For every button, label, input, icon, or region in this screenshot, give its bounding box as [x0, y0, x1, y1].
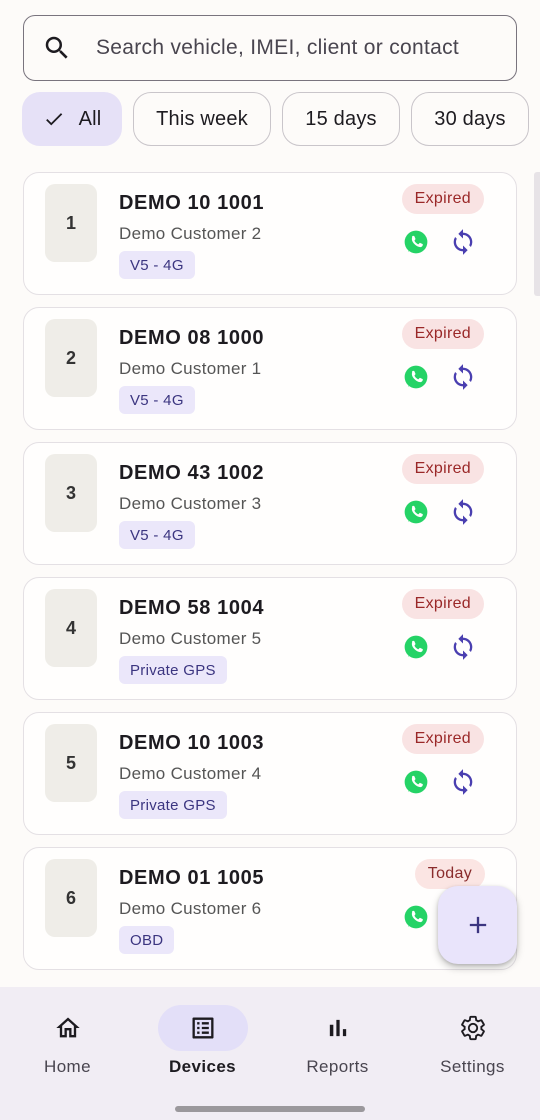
- filter-chip-30-days[interactable]: 30 days: [411, 92, 529, 146]
- search-input[interactable]: [96, 36, 506, 60]
- device-card[interactable]: 4 DEMO 58 1004 Demo Customer 5 Private G…: [23, 577, 517, 700]
- whatsapp-icon[interactable]: [402, 498, 430, 526]
- nav-item-reports[interactable]: Reports: [270, 1005, 405, 1085]
- check-icon: [45, 113, 62, 126]
- status-badge: Expired: [401, 724, 484, 754]
- filter-chip-15-days[interactable]: 15 days: [282, 92, 400, 146]
- status-badge: Expired: [401, 184, 484, 214]
- customer-name: Demo Customer 3: [119, 494, 262, 513]
- device-card[interactable]: 2 DEMO 08 1000 Demo Customer 1 V5 - 4G E…: [23, 307, 517, 430]
- nav-indicator: [293, 1005, 383, 1051]
- filter-chip-label: All: [78, 107, 102, 130]
- whatsapp-icon[interactable]: [402, 228, 430, 256]
- customer-name: Demo Customer 4: [119, 764, 262, 783]
- renew-icon[interactable]: [449, 768, 477, 796]
- status-badge: Expired: [401, 454, 484, 484]
- list-alt-icon: [192, 1017, 213, 1039]
- customer-name: Demo Customer 1: [119, 359, 262, 378]
- device-model-tag: Private GPS: [119, 656, 227, 684]
- device-model-tag: Private GPS: [119, 791, 227, 819]
- filter-chip-this-week[interactable]: This week: [133, 92, 271, 146]
- device-model-tag: V5 - 4G: [119, 386, 195, 414]
- customer-name: Demo Customer 2: [119, 224, 262, 243]
- nav-label: Devices: [168, 1057, 237, 1076]
- renew-icon[interactable]: [449, 633, 477, 661]
- whatsapp-icon[interactable]: [402, 633, 430, 661]
- bar-chart-icon: [329, 1019, 346, 1037]
- filter-chip-label: 30 days: [434, 107, 506, 130]
- nav-label: Reports: [306, 1057, 369, 1076]
- renew-icon[interactable]: [449, 228, 477, 256]
- device-card[interactable]: 5 DEMO 10 1003 Demo Customer 4 Private G…: [23, 712, 517, 835]
- add-device-button[interactable]: [438, 886, 517, 964]
- bottom-navigation: Home Devices Reports Settings: [0, 987, 540, 1120]
- nav-indicator: [157, 1005, 248, 1051]
- home-icon: [55, 1017, 80, 1038]
- nav-item-settings[interactable]: Settings: [405, 1005, 540, 1085]
- whatsapp-icon[interactable]: [402, 363, 430, 391]
- device-model-tag: V5 - 4G: [119, 521, 195, 549]
- whatsapp-icon[interactable]: [402, 768, 430, 796]
- gesture-bar[interactable]: [175, 1106, 365, 1112]
- customer-name: Demo Customer 5: [119, 629, 262, 648]
- nav-item-devices[interactable]: Devices: [135, 1005, 270, 1085]
- search-icon: [45, 36, 68, 59]
- nav-indicator: [23, 1005, 113, 1051]
- vehicle-plate: DEMO 08 1000: [119, 327, 265, 349]
- vehicle-plate: DEMO 01 1005: [119, 867, 265, 889]
- gear-icon: [460, 1015, 485, 1041]
- renew-icon[interactable]: [449, 498, 477, 526]
- nav-label: Settings: [440, 1057, 505, 1076]
- status-badge: Expired: [401, 319, 484, 349]
- filter-chip-label: This week: [156, 107, 248, 130]
- vehicle-plate: DEMO 10 1001: [119, 192, 265, 214]
- scroll-indicator[interactable]: [534, 172, 540, 296]
- vehicle-plate: DEMO 10 1003: [119, 732, 265, 754]
- status-badge: Today: [414, 859, 485, 889]
- device-card[interactable]: 1 DEMO 10 1001 Demo Customer 2 V5 - 4G E…: [23, 172, 517, 295]
- nav-indicator: [428, 1005, 518, 1051]
- device-index: 4: [45, 589, 97, 667]
- plus-icon: [469, 916, 486, 934]
- device-model-tag: OBD: [119, 926, 175, 954]
- filter-chips: All This week 15 days 30 days: [22, 92, 540, 146]
- device-model-tag: V5 - 4G: [119, 251, 195, 279]
- filter-chip-all[interactable]: All: [22, 92, 122, 146]
- device-index: 5: [45, 724, 97, 802]
- search-bar[interactable]: [23, 15, 517, 81]
- status-badge: Expired: [401, 589, 484, 619]
- device-card[interactable]: 3 DEMO 43 1002 Demo Customer 3 V5 - 4G E…: [23, 442, 517, 565]
- nav-label: Home: [44, 1057, 91, 1076]
- filter-chip-label: 15 days: [305, 107, 377, 130]
- renew-icon[interactable]: [449, 363, 477, 391]
- device-index: 6: [45, 859, 97, 937]
- vehicle-plate: DEMO 43 1002: [119, 462, 265, 484]
- device-index: 3: [45, 454, 97, 532]
- device-index: 2: [45, 319, 97, 397]
- vehicle-plate: DEMO 58 1004: [119, 597, 265, 619]
- customer-name: Demo Customer 6: [119, 899, 262, 918]
- device-index: 1: [45, 184, 97, 262]
- whatsapp-icon[interactable]: [402, 903, 430, 931]
- nav-item-home[interactable]: Home: [0, 1005, 135, 1085]
